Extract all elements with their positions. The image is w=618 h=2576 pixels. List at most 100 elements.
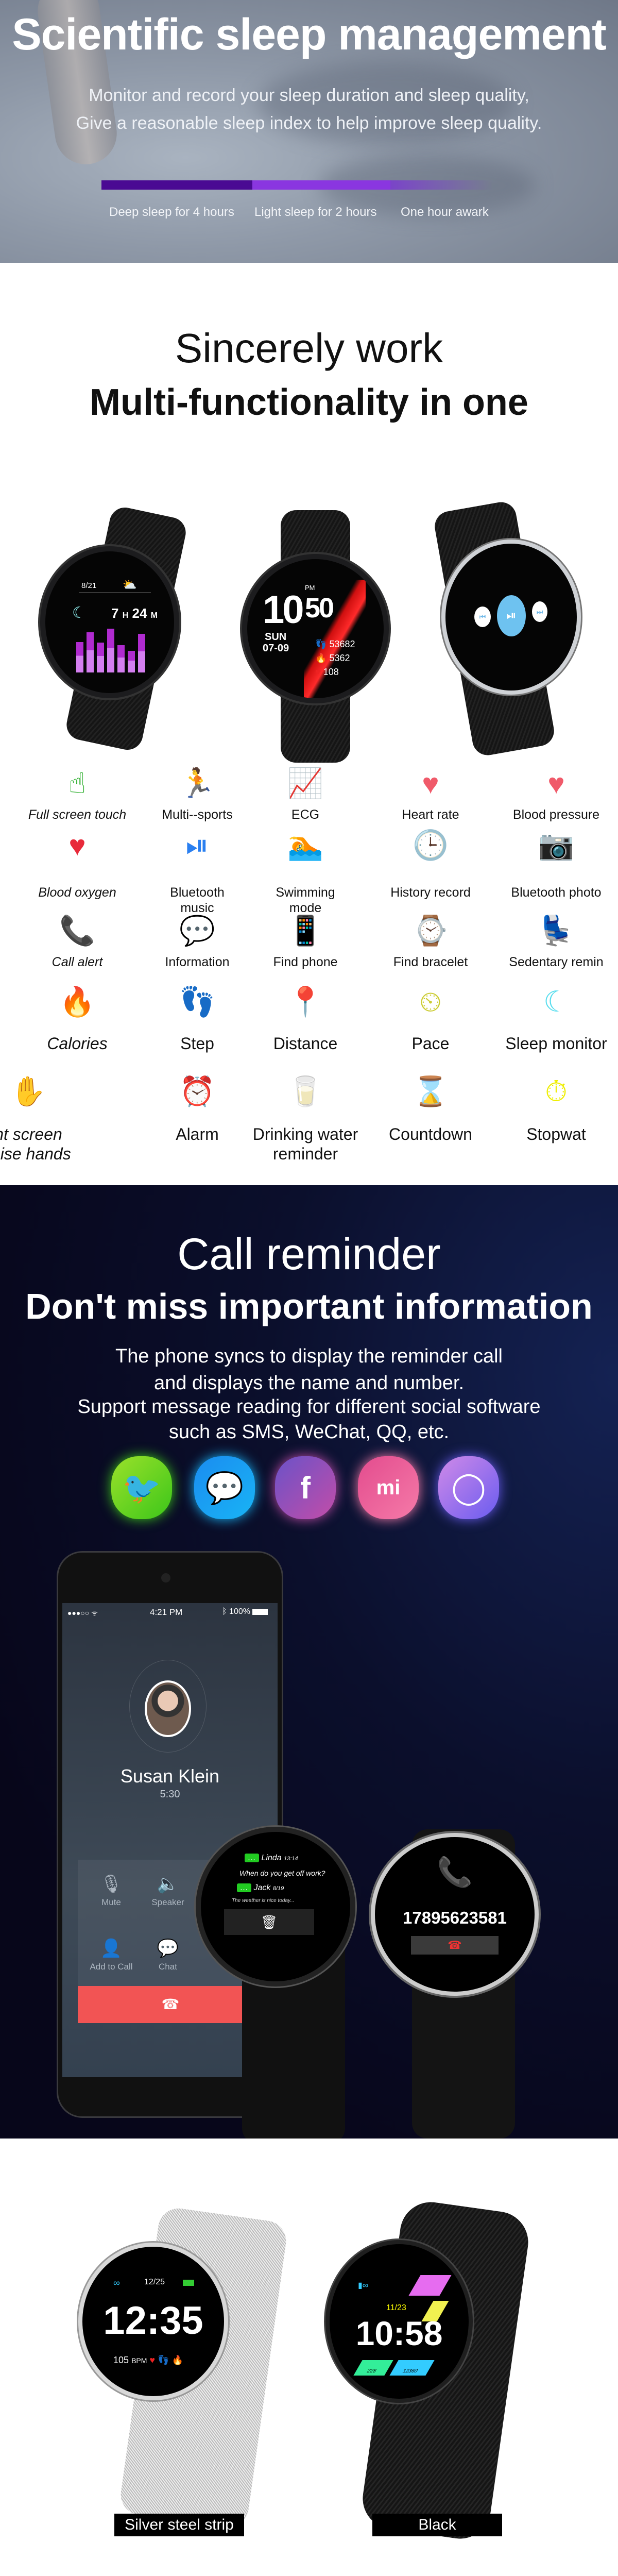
chat-button[interactable]: 💬 Chat (142, 1938, 194, 1972)
find-bracelet-icon: ⌚ (413, 914, 449, 947)
feature-item: 📱 Find phone (246, 910, 365, 969)
black-watch-time: 10:58 (355, 2314, 443, 2352)
feature-item: ⏯ Bluetooth music (138, 824, 256, 916)
feature-label-line1: Multi--sports (162, 807, 233, 822)
feature-label-line1: Blood pressure (512, 807, 600, 822)
feature-label-line1: Find bracelet (393, 955, 468, 969)
message-2-sender: Jack (253, 1883, 271, 1892)
music-icon: ⏯ (185, 828, 209, 861)
feature-label: Sleep monitor (497, 1034, 615, 1053)
add-to-call-label: Add to Call (90, 1962, 133, 1972)
caller-name: Susan Klein (120, 1765, 220, 1787)
blood-pressure-icon: ♥ (547, 767, 565, 800)
moon-icon: ☾ (543, 985, 570, 1018)
color-option-black[interactable]: Black (372, 2514, 502, 2536)
phone-icon: 📞 (59, 914, 95, 947)
feature-label: Multi--sports (138, 807, 256, 822)
feature-label-line1: Stopwat (526, 1125, 586, 1143)
message-2-time: 8/19 (272, 1885, 284, 1892)
add-person-icon: 👤 (100, 1939, 123, 1958)
heart-icon: ♥ (149, 2355, 156, 2365)
alarm-clock-icon: ⏰ (179, 1075, 215, 1107)
trash-icon: 🗑 (260, 1914, 278, 1930)
incoming-call-icon: 📞 (437, 1856, 473, 1888)
message-1-header: … Linda 13:14 (245, 1854, 298, 1863)
black-watch-date: 11/23 (386, 2303, 406, 2312)
stopwatch-icon: ⏱ (545, 1074, 568, 1107)
feature-label: nt screenraise hands (0, 1124, 88, 1164)
mi-chat-icon: mi (358, 1456, 419, 1519)
decline-call-button[interactable]: ☎ (411, 1936, 499, 1955)
ecg-icon: 📈 (287, 767, 323, 799)
feature-label: Alarm (138, 1124, 256, 1144)
feature-item: ☾ Sleep monitor (497, 981, 615, 1053)
feature-label-line1: Bluetooth photo (511, 885, 602, 900)
feature-label: ECG (246, 807, 365, 822)
feature-item: 📞 Call alert (18, 910, 136, 969)
raise-hand-icon: ✋ (10, 1075, 46, 1107)
end-call-button[interactable]: ☎ (78, 1986, 263, 2023)
message-watch: … Linda 13:14 When do you get off work? … (201, 1832, 350, 1981)
feature-label-line1: Calories (47, 1034, 108, 1053)
message-1-time: 13:14 (284, 1856, 298, 1862)
caller-number: 17895623581 (403, 1908, 507, 1927)
history-icon: 🕒 (413, 829, 449, 861)
battery-icon (183, 2280, 194, 2286)
feature-label-line2: reminder (272, 1144, 338, 1163)
stat-tile-1: 228 (353, 2360, 393, 2376)
add-to-call-button[interactable]: 👤 Add to Call (85, 1938, 137, 1972)
mute-label: Mute (101, 1897, 121, 1907)
feature-label: Call alert (18, 954, 136, 970)
swimming-icon: 🏊 (287, 829, 323, 861)
mute-button[interactable]: 🎙 Mute (85, 1874, 137, 1908)
battery-icon (252, 1608, 268, 1615)
feature-item: ⌚ Find bracelet (371, 910, 490, 969)
feature-item: ✋ nt screenraise hands (0, 1071, 88, 1163)
call-description-1: The phone syncs to display the reminder … (115, 1345, 503, 1367)
location-pin-icon: 📍 (287, 985, 323, 1018)
twitter-icon: 🐦 (111, 1456, 172, 1519)
feature-label-line1: Step (180, 1034, 214, 1053)
feature-label-line1: Alarm (176, 1125, 219, 1143)
hourglass-icon: ⌛ (413, 1075, 449, 1107)
flame-icon: 🔥 (171, 2355, 183, 2365)
camera-icon: 📷 (538, 829, 574, 861)
feature-label-line1: Heart rate (402, 807, 459, 822)
call-section: Call reminder Don't miss important infor… (0, 1185, 618, 2139)
feature-item: ☝ Full screen touch (18, 763, 136, 822)
feature-label-line1: Call alert (52, 955, 103, 969)
feature-label-line1: Countdown (389, 1125, 472, 1143)
speaker-button[interactable]: 🔈 Speaker (142, 1874, 194, 1908)
call-description-4: such as SMS, WeChat, QQ, etc. (168, 1421, 450, 1443)
message-2-header: … Jack 8/19 (237, 1883, 284, 1893)
feature-item: 💺 Sedentary remin (497, 910, 615, 969)
stat-tile-2: 12360 (389, 2360, 435, 2376)
feature-label: Find bracelet (371, 954, 490, 970)
chat-bubble-icon: ◯ (438, 1456, 499, 1519)
call-duration: 5:30 (160, 1789, 180, 1800)
feature-label-line1: Bluetooth (170, 885, 225, 900)
feature-label: Distance (246, 1034, 365, 1053)
feature-label: Drinking water reminder (246, 1124, 365, 1164)
feature-label-line1: Full screen touch (28, 807, 127, 822)
feature-label: Sedentary remin (497, 954, 615, 970)
feature-item: ♥ Blood oxygen (18, 824, 136, 900)
silver-watch-time: 12:35 (103, 2299, 203, 2343)
feature-label: Heart rate (371, 807, 490, 822)
feature-label-line1: History record (390, 885, 471, 900)
signal-icon: ●●●○○ ᯤ (67, 1609, 98, 1617)
message-2-text: The weather is nice today... (232, 1898, 295, 1904)
feature-label-line1: nt screen (0, 1125, 62, 1143)
feature-item: 🥛 Drinking water reminder (246, 1071, 365, 1163)
feature-item: 🏃 Multi--sports (138, 763, 256, 822)
feature-item: 🏊 Swimming mode (246, 824, 365, 915)
delete-button[interactable]: 🗑 (224, 1909, 314, 1935)
feature-label: Information (138, 954, 256, 970)
feature-label-line1: Distance (273, 1034, 338, 1053)
feature-label: Bluetooth photo (497, 885, 615, 900)
feature-label: Find phone (246, 954, 365, 970)
call-description-3: Support message reading for different so… (77, 1396, 541, 1418)
feature-item: 📍 Distance (246, 981, 365, 1053)
bpm-value: 105 (113, 2355, 129, 2365)
color-option-silver[interactable]: Silver steel strip (114, 2514, 244, 2536)
